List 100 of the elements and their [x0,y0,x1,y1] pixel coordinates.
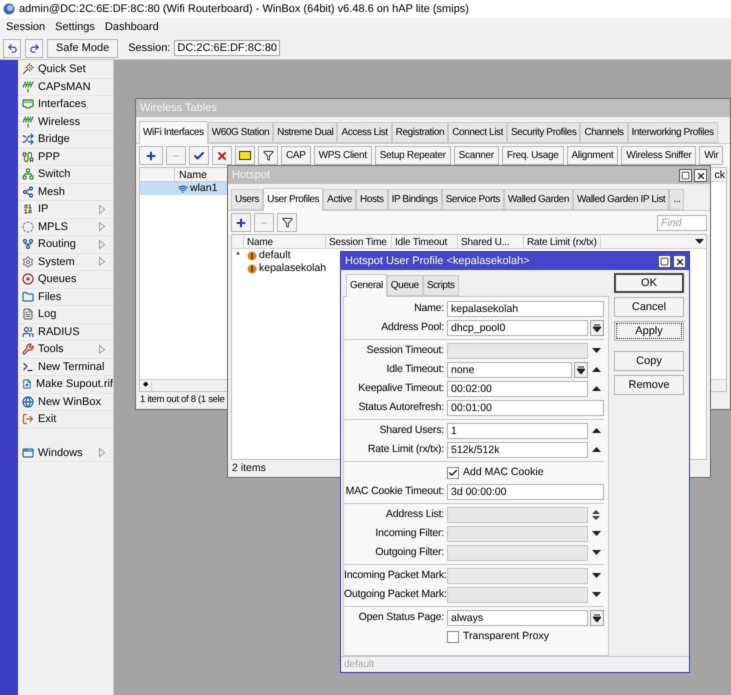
column-header[interactable]: Name [244,235,326,248]
sidebar-item[interactable]: Wireless [18,114,113,131]
session-field[interactable]: DC:2C:6E:DF:8C:80 [174,40,280,56]
sidebar-item[interactable]: Windows [18,444,113,462]
dialog-button[interactable]: Remove [614,375,684,395]
tab[interactable]: Active [323,189,356,210]
dialog-button[interactable]: OK [614,273,684,293]
sidebar-item[interactable]: Make Supout.rif [18,376,113,394]
column-header[interactable]: ck [714,168,726,181]
dropdown-button[interactable] [590,320,604,336]
tab[interactable]: W60G Station [208,122,274,143]
tab[interactable]: Walled Garden [504,189,573,210]
tab[interactable]: Channels [580,122,628,143]
filter-button[interactable] [277,213,297,232]
toolbar-button[interactable]: CAP [281,146,311,165]
dialog-button[interactable]: Cancel [614,297,684,317]
dropdown-button[interactable] [574,362,588,378]
toolbar-button[interactable]: Alignment [566,146,618,165]
input-field[interactable]: 00:01:00 [447,400,604,416]
sidebar-item[interactable]: Files [18,288,113,306]
dialog-button[interactable]: Copy [614,351,684,371]
menu-item[interactable]: Settings [55,19,95,36]
tab[interactable]: Service Ports [442,189,504,210]
tab[interactable]: ... [669,189,684,210]
add-button[interactable] [139,146,163,165]
redo-button[interactable] [25,38,43,58]
sidebar-item[interactable]: PPP [18,148,113,166]
sidebar-item[interactable]: Quick Set [18,61,113,78]
table-row[interactable]: wlan1 [140,182,228,195]
tab[interactable]: Scripts [422,275,459,296]
sidebar-item[interactable]: Routing [18,236,113,254]
close-button[interactable] [694,169,707,182]
toolbar-button[interactable]: WPS Client [314,146,372,165]
sidebar-item[interactable]: Interfaces [18,96,113,114]
dropdown-button[interactable] [590,610,604,626]
input-field[interactable]: 1 [447,422,588,438]
sidebar-item[interactable]: Log [18,306,113,324]
sidebar-item[interactable]: Exit [18,411,113,428]
input-field[interactable]: always [447,610,588,626]
add-button[interactable] [231,213,251,232]
up-triangle-icon[interactable] [592,367,600,372]
input-field[interactable] [447,586,588,602]
checkbox[interactable] [447,630,459,642]
filter-button[interactable] [258,146,278,165]
input-field[interactable]: kepalasekolah [447,300,604,316]
down-triangle-icon[interactable] [592,348,600,353]
close-button[interactable] [673,255,686,268]
tab[interactable]: Walled Garden IP List [573,189,670,210]
input-field[interactable]: 512k/512k [447,442,588,458]
tab[interactable]: IP Bindings [388,189,442,210]
up-triangle-icon[interactable] [592,386,600,391]
tab[interactable]: Users [231,189,264,210]
column-header[interactable]: Idle Timeout [392,235,458,248]
input-field[interactable] [447,506,588,522]
up-triangle-icon[interactable] [592,447,600,452]
menu-item[interactable]: Dashboard [104,19,159,36]
input-field[interactable]: dhcp_pool0 [447,320,588,336]
sidebar-item[interactable]: System [18,254,113,271]
sidebar-item[interactable]: CAPsMAN [18,78,113,96]
sidebar-item[interactable]: Mesh [18,184,113,201]
input-field[interactable] [447,568,588,584]
menu-item[interactable]: Session [6,19,46,36]
down-triangle-icon[interactable] [592,573,600,578]
input-field[interactable]: 3d 00:00:00 [447,484,604,500]
maximize-button[interactable] [679,169,692,182]
input-field[interactable]: 00:02:00 [447,380,588,396]
tab[interactable]: Access List [337,122,392,143]
up-down-triangle-icon[interactable] [592,510,600,520]
column-header[interactable]: Shared U... [458,235,524,248]
toolbar-button[interactable]: Freq. Usage [502,146,564,165]
sidebar-item[interactable]: Switch [18,166,113,184]
comment-button[interactable] [235,146,255,165]
sidebar-item[interactable]: IP [18,201,113,218]
toolbar-button[interactable]: Wireless Sniffer [621,146,696,165]
tab[interactable]: Hosts [356,189,388,210]
tab[interactable]: Interworking Profiles [628,122,718,143]
find-field[interactable]: Find [657,214,707,230]
undo-button[interactable] [3,38,21,58]
down-triangle-icon[interactable] [592,592,600,597]
column-header[interactable]: Rate Limit (rx/tx) [524,235,601,248]
tab[interactable]: Connect List [448,122,507,143]
tab[interactable]: WiFi Interfaces [139,121,208,144]
toolbar-button[interactable]: Wir [699,146,724,165]
toolbar-button[interactable]: Scanner [454,146,499,165]
checkbox[interactable] [447,466,459,478]
sidebar-item[interactable]: New Terminal [18,358,113,376]
toolbar-button[interactable]: Setup Repeater [374,146,451,165]
column-header[interactable]: Session Time [326,235,392,248]
tab[interactable]: Queue [386,275,423,296]
sidebar-item[interactable]: Queues [18,271,113,288]
tab[interactable]: Registration [392,122,448,143]
down-triangle-icon[interactable] [592,531,600,536]
sidebar-item[interactable]: RADIUS [18,324,113,341]
dialog-button[interactable]: Apply [614,321,684,341]
sidebar-item[interactable]: MPLS [18,218,113,236]
input-field[interactable] [447,526,588,542]
maximize-button[interactable] [658,255,671,268]
tab[interactable]: User Profiles [263,188,324,211]
down-triangle-icon[interactable] [694,239,704,244]
tab[interactable]: Security Profiles [507,122,580,143]
